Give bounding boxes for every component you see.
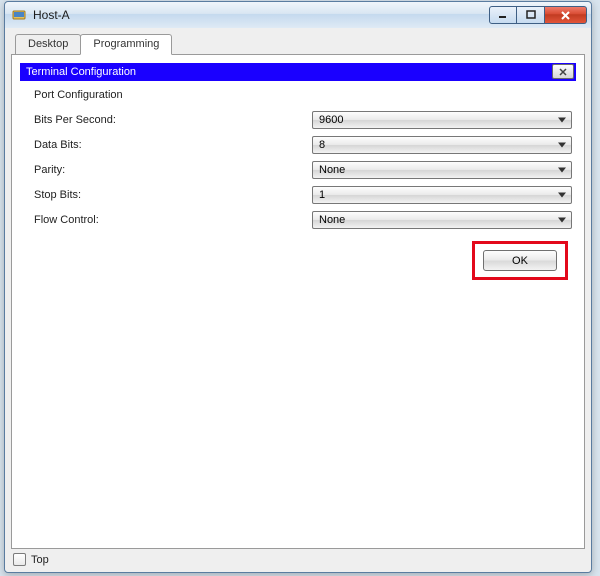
top-checkbox[interactable] xyxy=(13,553,26,566)
row-stopbits: Stop Bits: 1 xyxy=(34,184,572,206)
databits-combo[interactable]: 8 xyxy=(312,136,572,154)
bps-value: 9600 xyxy=(319,114,343,126)
tab-programming[interactable]: Programming xyxy=(80,34,172,55)
host-window: Host-A Desktop Programming Terminal Conf… xyxy=(4,1,592,573)
row-flowcontrol: Flow Control: None xyxy=(34,209,572,231)
parity-label: Parity: xyxy=(34,164,312,176)
ok-button-highlight: OK xyxy=(472,241,568,280)
flowcontrol-combo[interactable]: None xyxy=(312,211,572,229)
stopbits-value: 1 xyxy=(319,189,325,201)
row-parity: Parity: None xyxy=(34,159,572,181)
tab-desktop[interactable]: Desktop xyxy=(15,34,81,54)
window-client: Desktop Programming Terminal Configurati… xyxy=(5,28,591,572)
empty-space xyxy=(20,280,576,542)
window-controls xyxy=(489,6,587,24)
dialog-title: Terminal Configuration xyxy=(26,66,136,78)
row-bps: Bits Per Second: 9600 xyxy=(34,109,572,131)
bps-combo[interactable]: 9600 xyxy=(312,111,572,129)
minimize-button[interactable] xyxy=(489,6,517,24)
top-checkbox-label: Top xyxy=(31,554,49,566)
app-icon xyxy=(11,7,27,23)
port-config-form: Port Configuration Bits Per Second: 9600… xyxy=(20,81,576,280)
databits-label: Data Bits: xyxy=(34,139,312,151)
button-row: OK xyxy=(34,241,568,280)
tab-panel: Terminal Configuration Port Configuratio… xyxy=(11,54,585,549)
maximize-button[interactable] xyxy=(517,6,545,24)
dialog-close-button[interactable] xyxy=(552,64,574,79)
bps-label: Bits Per Second: xyxy=(34,114,312,126)
window-titlebar[interactable]: Host-A xyxy=(5,2,591,28)
dialog-titlebar: Terminal Configuration xyxy=(20,63,576,81)
close-button[interactable] xyxy=(545,6,587,24)
flowcontrol-label: Flow Control: xyxy=(34,214,312,226)
ok-button[interactable]: OK xyxy=(483,250,557,271)
parity-value: None xyxy=(319,164,345,176)
stopbits-label: Stop Bits: xyxy=(34,189,312,201)
tab-bar: Desktop Programming xyxy=(11,34,585,54)
window-title: Host-A xyxy=(33,8,489,22)
section-label: Port Configuration xyxy=(34,89,572,101)
flowcontrol-value: None xyxy=(319,214,345,226)
parity-combo[interactable]: None xyxy=(312,161,572,179)
databits-value: 8 xyxy=(319,139,325,151)
row-databits: Data Bits: 8 xyxy=(34,134,572,156)
stopbits-combo[interactable]: 1 xyxy=(312,186,572,204)
bottom-bar: Top xyxy=(11,549,585,566)
